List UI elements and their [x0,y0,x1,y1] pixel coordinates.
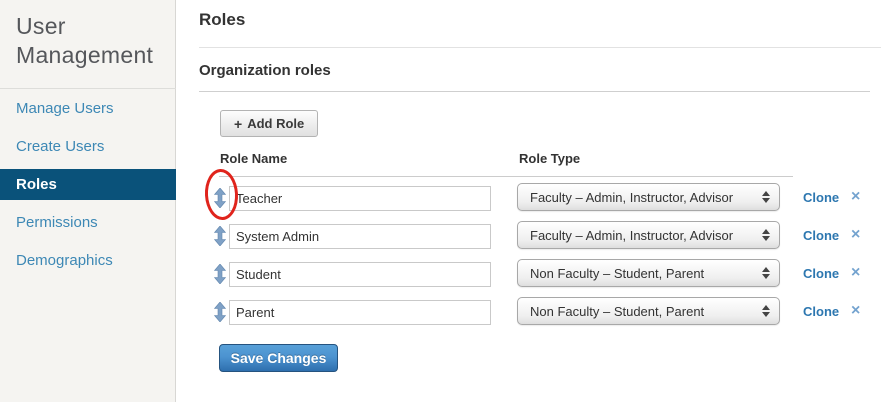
role-type-select[interactable]: Non Faculty – Student, Parent [517,259,780,287]
add-role-label: Add Role [247,116,304,131]
drag-handle-icon[interactable] [214,188,226,208]
app-title-line1: User [16,12,153,41]
delete-role-icon[interactable]: × [851,225,860,245]
section-title: Organization roles [199,62,331,79]
sidebar-divider [0,88,176,89]
role-type-select[interactable]: Faculty – Admin, Instructor, Advisor [517,221,780,249]
role-type-selected-value: Non Faculty – Student, Parent [518,304,762,319]
title-divider [199,47,881,48]
role-type-select[interactable]: Faculty – Admin, Instructor, Advisor [517,183,780,211]
drag-handle-icon[interactable] [214,264,226,284]
sidebar-item-manage-users[interactable]: Manage Users [0,93,176,124]
delete-role-icon[interactable]: × [851,187,860,207]
role-row-system-admin: Faculty – Admin, Instructor, Advisor Clo… [0,221,881,251]
app-title: User Management [16,12,153,70]
clone-link[interactable]: Clone [803,304,839,319]
role-row-teacher: Faculty – Admin, Instructor, Advisor Clo… [0,183,881,213]
role-row-student: Non Faculty – Student, Parent Clone × [0,259,881,289]
role-type-selected-value: Faculty – Admin, Instructor, Advisor [518,228,762,243]
sidebar-item-create-users[interactable]: Create Users [0,131,176,162]
select-arrows-icon [762,267,770,279]
clone-link[interactable]: Clone [803,228,839,243]
save-changes-button[interactable]: Save Changes [219,344,338,372]
select-arrows-icon [762,305,770,317]
role-type-selected-value: Faculty – Admin, Instructor, Advisor [518,190,762,205]
drag-handle-icon[interactable] [214,226,226,246]
column-header-role-type: Role Type [519,151,580,166]
role-type-select[interactable]: Non Faculty – Student, Parent [517,297,780,325]
app-title-line2: Management [16,41,153,70]
role-row-parent: Non Faculty – Student, Parent Clone × [0,297,881,327]
role-name-input[interactable] [229,224,491,249]
select-arrows-icon [762,229,770,241]
plus-icon: + [234,116,242,132]
section-divider [199,91,870,92]
delete-role-icon[interactable]: × [851,263,860,283]
role-name-input[interactable] [229,262,491,287]
user-management-app: User Management Manage Users Create User… [0,0,881,402]
clone-link[interactable]: Clone [803,266,839,281]
table-header-divider [219,176,793,177]
delete-role-icon[interactable]: × [851,301,860,321]
role-name-input[interactable] [229,186,491,211]
select-arrows-icon [762,191,770,203]
column-header-role-name: Role Name [220,151,287,166]
add-role-button[interactable]: + Add Role [220,110,318,137]
drag-handle-icon[interactable] [214,302,226,322]
role-type-selected-value: Non Faculty – Student, Parent [518,266,762,281]
page-title: Roles [199,10,245,30]
clone-link[interactable]: Clone [803,190,839,205]
role-name-input[interactable] [229,300,491,325]
